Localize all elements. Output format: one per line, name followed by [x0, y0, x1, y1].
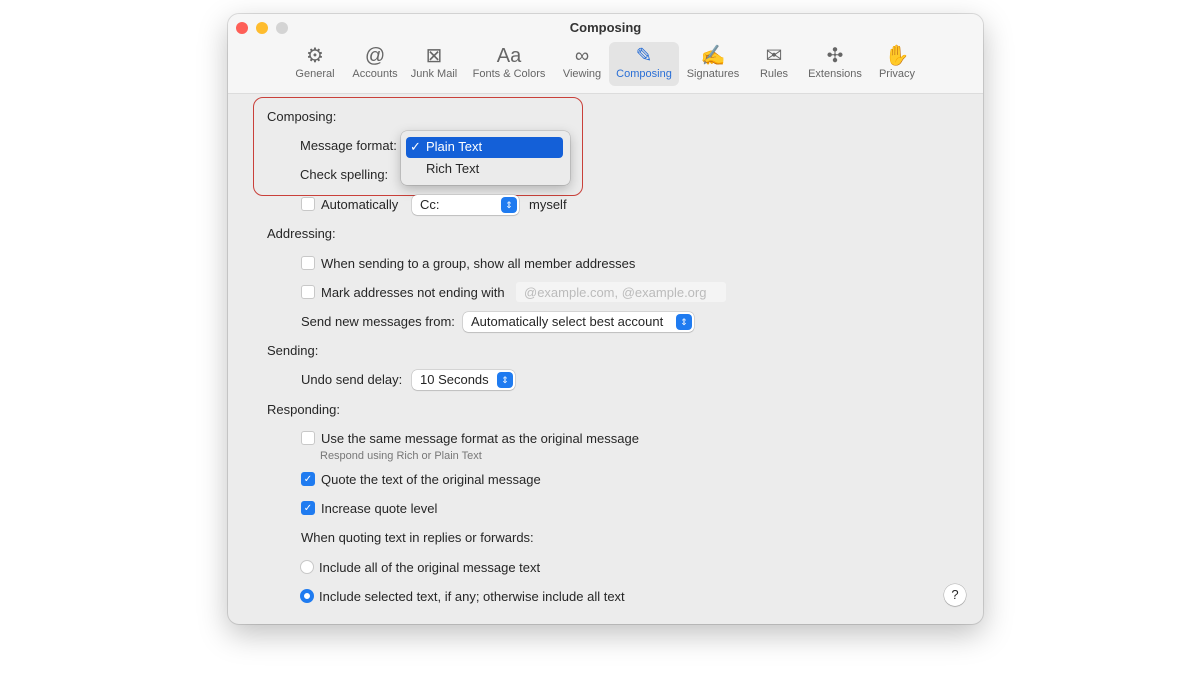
font-icon: Aa — [496, 45, 522, 67]
tab-label: Rules — [759, 68, 789, 80]
undo-delay-value: 10 Seconds — [420, 372, 489, 387]
chevron-updown-icon: ⇕ — [676, 314, 692, 330]
tab-label: Junk Mail — [410, 68, 458, 80]
tab-accounts[interactable]: @ Accounts — [346, 42, 404, 86]
send-from-select[interactable]: Automatically select best account ⇕ — [463, 312, 694, 332]
show-members-label: When sending to a group, show all member… — [321, 256, 636, 271]
send-from-label: Send new messages from: — [301, 314, 455, 329]
tab-signatures[interactable]: ✍ Signatures — [682, 42, 744, 86]
menu-item-rich-text[interactable]: Rich Text — [406, 159, 563, 180]
include-selected-radio[interactable] — [300, 589, 314, 603]
quoting-label: When quoting text in replies or forwards… — [301, 530, 534, 545]
tab-label: Fonts & Colors — [472, 68, 546, 80]
tab-general[interactable]: ⚙ General — [292, 42, 338, 86]
menu-item-label: Rich Text — [426, 161, 480, 176]
rules-envelope-icon: ✉ — [765, 45, 783, 67]
chevron-updown-icon: ⇕ — [497, 372, 513, 388]
tab-label: Accounts — [352, 68, 398, 80]
gear-icon: ⚙ — [306, 45, 324, 67]
same-format-checkbox[interactable] — [301, 431, 315, 445]
tab-privacy[interactable]: ✋ Privacy — [875, 42, 919, 86]
at-icon: @ — [364, 45, 386, 67]
tab-composing[interactable]: ✎ Composing — [609, 42, 679, 86]
tab-extensions[interactable]: ✣ Extensions — [805, 42, 865, 86]
tab-label: Viewing — [562, 68, 602, 80]
tab-junk-mail[interactable]: ⊠ Junk Mail — [406, 42, 462, 86]
send-from-value: Automatically select best account — [471, 314, 664, 329]
hand-icon: ✋ — [884, 45, 910, 67]
signature-icon: ✍ — [700, 45, 726, 67]
auto-cc-label: Automatically — [321, 197, 399, 212]
preferences-window: Composing ⚙ General @ Accounts ⊠ Junk Mail Aa F… — [228, 14, 983, 624]
menu-item-plain-text[interactable]: ✓ Plain Text — [406, 137, 563, 158]
help-button[interactable]: ? — [944, 584, 966, 606]
toolbar: Composing ⚙ General @ Accounts ⊠ Junk Mail Aa F… — [228, 14, 983, 94]
compose-icon: ✎ — [635, 45, 653, 67]
include-selected-label: Include selected text, if any; otherwise… — [319, 589, 625, 604]
composing-heading: Composing: — [267, 109, 337, 124]
quote-text-checkbox[interactable]: ✓ — [301, 472, 315, 486]
domains-input[interactable]: @example.com, @example.org — [516, 282, 726, 302]
undo-delay-select[interactable]: 10 Seconds ⇕ — [412, 370, 515, 390]
same-format-hint: Respond using Rich or Plain Text — [320, 450, 482, 462]
tab-viewing[interactable]: ∞ Viewing — [558, 42, 606, 86]
tab-label: General — [295, 68, 335, 80]
increase-quote-label: Increase quote level — [321, 501, 438, 516]
tab-fonts-colors[interactable]: Aa Fonts & Colors — [468, 42, 550, 86]
myself-label: myself — [529, 197, 567, 212]
cc-select[interactable]: Cc: ⇕ — [412, 195, 519, 215]
tab-label: Composing — [616, 68, 672, 80]
mark-addresses-checkbox[interactable] — [301, 285, 315, 299]
increase-quote-checkbox[interactable]: ✓ — [301, 501, 315, 515]
cc-select-value: Cc: — [420, 197, 440, 212]
include-all-radio[interactable] — [300, 560, 314, 574]
glasses-icon: ∞ — [574, 45, 590, 67]
mark-addresses-label: Mark addresses not ending with — [321, 285, 505, 300]
tab-rules[interactable]: ✉ Rules — [759, 42, 789, 86]
tab-label: Signatures — [686, 68, 740, 80]
chevron-updown-icon: ⇕ — [501, 197, 517, 213]
tab-label: Extensions — [808, 68, 862, 80]
addressing-heading: Addressing: — [267, 226, 336, 241]
message-format-label: Message format: — [300, 138, 397, 153]
show-members-checkbox[interactable] — [301, 256, 315, 270]
include-all-label: Include all of the original message text — [319, 560, 541, 575]
menu-item-label: Plain Text — [426, 139, 483, 154]
responding-heading: Responding: — [267, 402, 340, 417]
quote-text-label: Quote the text of the original message — [321, 472, 541, 487]
puzzle-icon: ✣ — [826, 45, 844, 67]
check-spelling-label: Check spelling: — [300, 167, 389, 182]
same-format-label: Use the same message format as the origi… — [321, 431, 639, 446]
tab-label: Privacy — [878, 68, 916, 80]
window-title: Composing — [569, 20, 642, 35]
sending-heading: Sending: — [267, 343, 319, 358]
undo-delay-label: Undo send delay: — [301, 372, 403, 387]
junk-bin-icon: ⊠ — [425, 45, 443, 67]
auto-cc-checkbox[interactable] — [301, 197, 315, 211]
message-format-menu: ✓ Plain Text Rich Text — [401, 131, 570, 185]
